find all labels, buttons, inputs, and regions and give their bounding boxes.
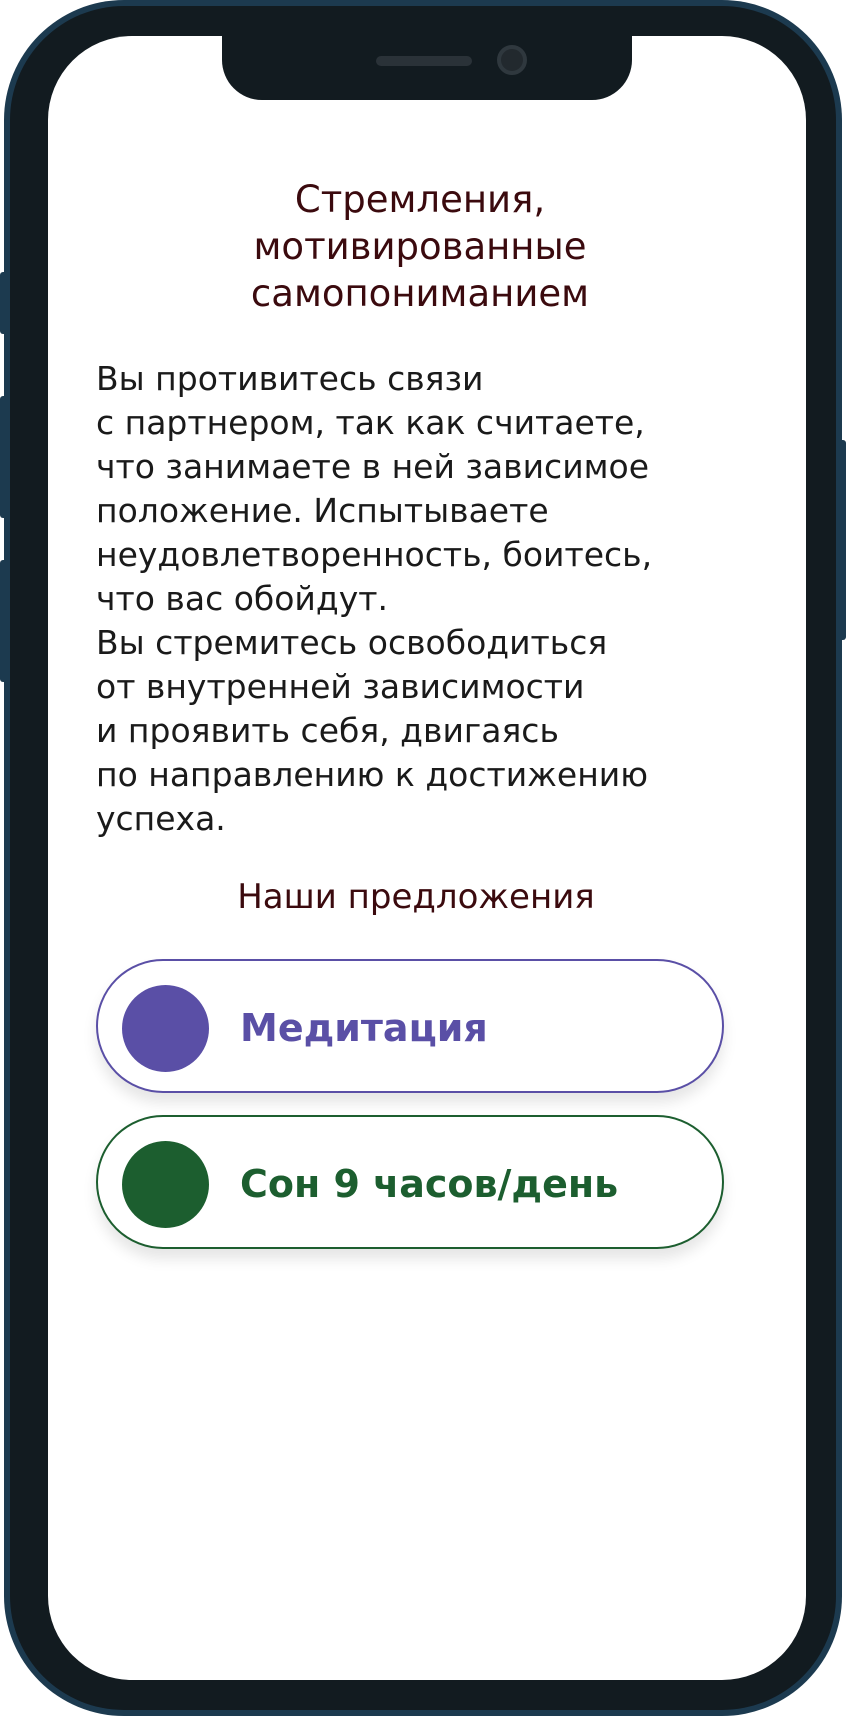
offer-dot-icon [122,1141,209,1228]
offer-label: Медитация [240,1006,488,1050]
volume-down-button [0,560,8,682]
speaker-grille [376,56,472,66]
description-line: положение. Испытываете [96,491,549,530]
phone-frame: Стремления, мотивированные самопонимание… [0,0,846,1716]
offer-label: Сон 9 часов/день [240,1162,619,1206]
side-button [0,272,8,334]
phone-screen: Стремления, мотивированные самопонимание… [48,36,806,1680]
title-line: самопониманием [250,272,590,315]
description-line: Вы стремитесь освободиться [96,623,608,662]
offer-sleep-button[interactable]: Сон 9 часов/день [96,1115,724,1249]
power-button [838,440,846,640]
offers-list: Медитация Сон 9 часов/день [96,959,736,1249]
description-line: что занимаете в ней зависимое [96,447,650,486]
title-line: Стремления, [294,178,546,221]
volume-up-button [0,396,8,518]
description-line: по направлению к достижению [96,755,649,794]
page-title: Стремления, мотивированные самопонимание… [104,176,736,317]
description-line: Вы противитесь связи [96,359,484,398]
title-line: мотивированные [253,225,587,268]
description-line: и проявить себя, двигаясь [96,711,559,750]
offer-meditation-button[interactable]: Медитация [96,959,724,1093]
offers-heading: Наши предложения [237,877,595,917]
offer-dot-icon [122,985,209,1072]
description-line: неудовлетворенность, боитесь, [96,535,653,574]
notch [222,36,632,100]
description-text: Вы противитесь связи с партнером, так ка… [96,357,736,841]
camera-icon [497,45,527,75]
description-line: с партнером, так как считаете, [96,403,645,442]
description-line: что вас обойдут. [96,579,388,618]
description-line: от внутренней зависимости [96,667,585,706]
description-line: успеха. [96,799,226,838]
main-content: Стремления, мотивированные самопонимание… [96,176,736,1271]
